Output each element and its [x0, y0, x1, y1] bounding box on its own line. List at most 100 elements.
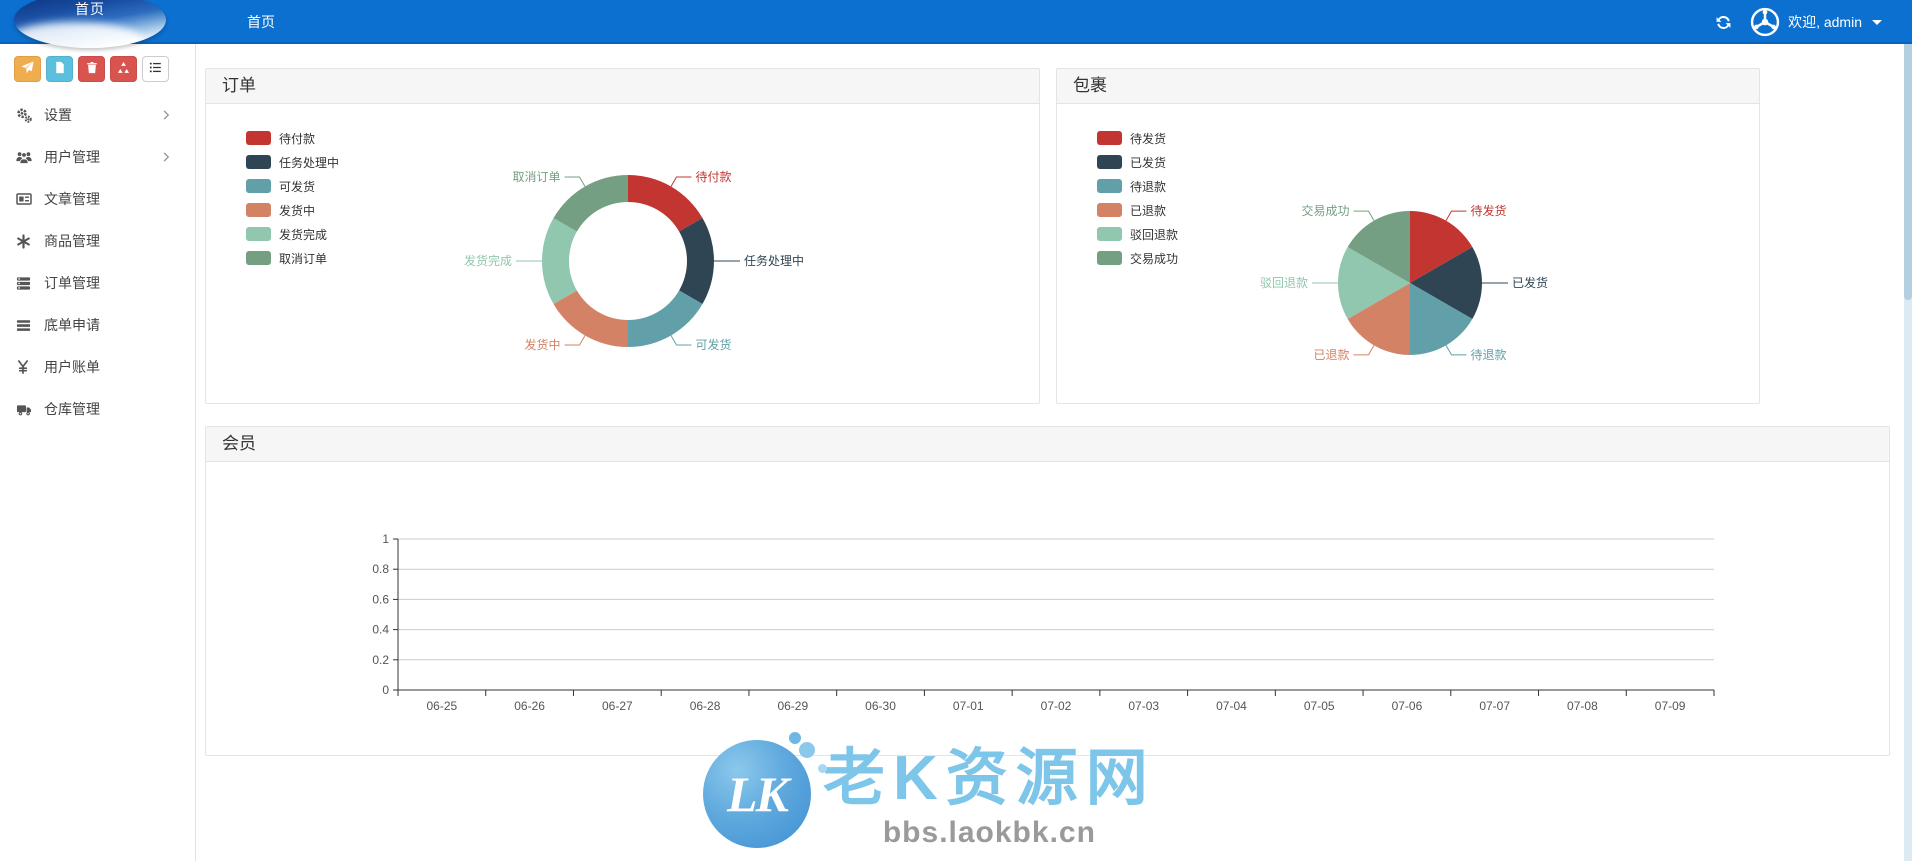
legend-label: 已发货	[1130, 155, 1167, 170]
pie-slice[interactable]	[628, 290, 703, 348]
bars-icon	[16, 318, 33, 333]
file-icon	[54, 61, 66, 77]
server-icon	[16, 276, 33, 291]
legend-swatch	[1097, 155, 1122, 169]
legend-item[interactable]: 任务处理中	[246, 150, 339, 174]
users-icon	[16, 149, 33, 165]
legend-swatch	[1097, 131, 1122, 145]
sidebar-item-label: 设置	[44, 107, 72, 123]
sidebar-item-yen[interactable]: 用户账单	[0, 346, 195, 388]
bubble-decoration	[789, 732, 801, 744]
sidebar-item-label: 用户账单	[44, 359, 100, 375]
sidebar-item-bars[interactable]: 底单申请	[0, 304, 195, 346]
legend-item[interactable]: 取消订单	[246, 246, 339, 270]
watermark-logo: LK	[703, 732, 827, 848]
scrollbar-thumb[interactable]	[1904, 0, 1912, 300]
sidebar-item-gears[interactable]: 设置	[0, 94, 195, 136]
pie-label: 可发货	[696, 337, 732, 352]
list-icon	[149, 61, 162, 77]
legend-item[interactable]: 可发货	[246, 174, 339, 198]
legend-swatch	[246, 251, 271, 265]
sidebar-item-server[interactable]: 订单管理	[0, 262, 195, 304]
welcome-text: 欢迎, admin	[1788, 14, 1862, 30]
axis-tick-label: 06-28	[690, 699, 721, 713]
orders-legend: 待付款任务处理中可发货发货中发货完成取消订单	[246, 126, 339, 270]
recycle-button[interactable]	[110, 56, 137, 82]
trash-button[interactable]	[78, 56, 105, 82]
pie-label-line	[670, 176, 692, 187]
axis-tick-label: 06-26	[514, 699, 545, 713]
legend-item[interactable]: 已退款	[1097, 198, 1178, 222]
axis-tick-label: 0.8	[372, 562, 389, 576]
pie-label: 待付款	[696, 170, 732, 184]
sidebar-item-asterisk[interactable]: 商品管理	[0, 220, 195, 262]
sidebar-item-users[interactable]: 用户管理	[0, 136, 195, 178]
packages-panel-body: 待发货 已发货 待退款 已退款 驳回退款 交易成功 待发货 已发货 待退款 已退款 驳回退款 交易成…	[1057, 104, 1759, 404]
pie-label: 发货完成	[464, 253, 512, 268]
axis-tick-label: 0	[382, 683, 389, 697]
gears-icon	[16, 107, 33, 123]
file-button[interactable]	[46, 56, 73, 82]
sidebar-item-newspaper[interactable]: 文章管理	[0, 178, 195, 220]
pie-label: 发货中	[524, 337, 560, 352]
vertical-scrollbar[interactable]	[1904, 0, 1912, 861]
axis-tick-label: 07-09	[1655, 699, 1686, 713]
axis-tick-label: 07-02	[1041, 699, 1072, 713]
trash-icon	[86, 61, 98, 77]
bubble-decoration	[818, 764, 827, 773]
sidebar-item-label: 仓库管理	[44, 401, 100, 417]
yen-icon	[16, 360, 33, 374]
paper-plane-button[interactable]	[14, 56, 41, 82]
pie-label-line	[564, 176, 586, 187]
chevron-right-icon	[160, 109, 177, 121]
legend-label: 取消订单	[279, 251, 328, 266]
legend-item[interactable]: 发货完成	[246, 222, 339, 246]
packages-panel: 包裹 待发货 已发货 待退款 已退款 驳回退款 交易成功 待发货 已发货 待退款 已退款 驳回退款…	[1056, 68, 1760, 404]
legend-label: 驳回退款	[1130, 227, 1179, 242]
pie-slice[interactable]	[553, 175, 628, 232]
axis-tick-label: 07-08	[1567, 699, 1598, 713]
truck-icon	[16, 402, 33, 417]
legend-item[interactable]: 驳回退款	[1097, 222, 1178, 246]
logo-shine	[14, 22, 144, 48]
pie-slice[interactable]	[679, 218, 714, 304]
legend-label: 任务处理中	[279, 155, 340, 170]
avatar-icon	[1750, 7, 1780, 37]
list-button[interactable]	[142, 56, 169, 82]
legend-item[interactable]: 待发货	[1097, 126, 1178, 150]
orders-panel-title: 订单	[222, 76, 256, 95]
pie-slice[interactable]	[542, 218, 577, 304]
pie-slice[interactable]	[628, 175, 703, 232]
watermark-badge-text: LK	[727, 766, 789, 822]
legend-item[interactable]: 发货中	[246, 198, 339, 222]
nav-tab-home[interactable]: 首页	[233, 0, 289, 44]
legend-item[interactable]: 交易成功	[1097, 246, 1178, 270]
top-navbar: 首页 首页 欢迎, admin	[0, 0, 1912, 48]
pie-label-line	[1353, 345, 1375, 356]
legend-label: 发货中	[279, 203, 316, 218]
orders-panel: 订单 待付款 任务处理中 可发货 发货中 发货完成 取消订单 待付款 任务处理中 可发货 发货中…	[205, 68, 1040, 404]
newspaper-icon	[16, 191, 33, 207]
sidebar-item-label: 订单管理	[44, 275, 100, 291]
legend-label: 待退款	[1130, 179, 1167, 194]
legend-item[interactable]: 待付款	[246, 126, 339, 150]
legend-swatch	[246, 131, 271, 145]
legend-item[interactable]: 待退款	[1097, 174, 1178, 198]
caret-down-icon	[1872, 19, 1882, 25]
paper-plane-icon	[21, 61, 34, 77]
members-panel-title: 会员	[222, 434, 256, 453]
pie-label: 交易成功	[1301, 203, 1349, 218]
site-logo[interactable]: 首页	[14, 0, 166, 48]
legend-item[interactable]: 已发货	[1097, 150, 1178, 174]
legend-swatch	[246, 227, 271, 241]
user-menu[interactable]: 欢迎, admin	[1750, 7, 1882, 37]
pie-label: 待退款	[1471, 348, 1507, 362]
logo-text: 首页	[75, 1, 105, 17]
sidebar-item-truck[interactable]: 仓库管理	[0, 388, 195, 430]
pie-slice[interactable]	[553, 290, 628, 348]
axis-tick-label: 07-01	[953, 699, 984, 713]
refresh-button[interactable]	[1715, 14, 1732, 31]
refresh-icon	[1715, 14, 1732, 31]
packages-legend: 待发货已发货待退款已退款驳回退款交易成功	[1097, 126, 1178, 270]
legend-swatch	[1097, 251, 1122, 265]
